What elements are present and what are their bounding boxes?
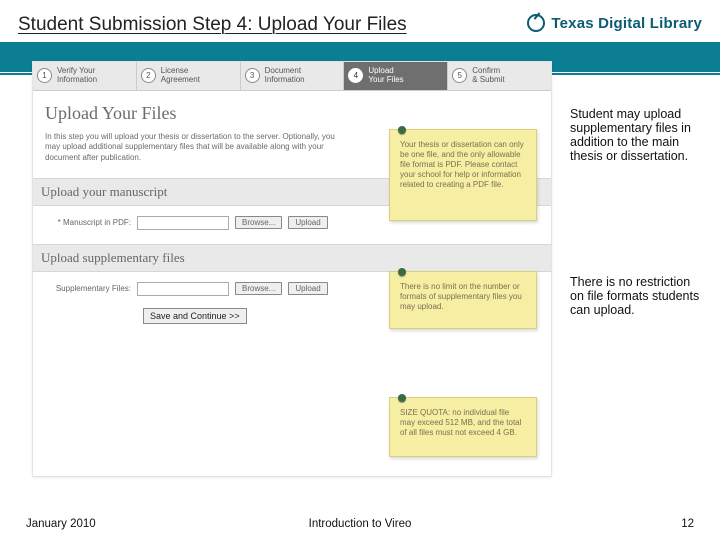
callout-2: There is no restriction on file formats … — [570, 275, 700, 317]
app-screenshot: 1 Verify YourInformation 2 LicenseAgreemen… — [32, 61, 552, 477]
brand-text: Texas Digital Library — [551, 15, 702, 32]
step-2-num: 2 — [141, 68, 156, 83]
step-5-label: Confirm& Submit — [472, 67, 504, 85]
save-continue-button[interactable]: Save and Continue >> — [143, 308, 247, 324]
supplementary-label: Supplementary Files: — [53, 285, 131, 294]
section-upload-supplementary: Upload supplementary files — [33, 244, 551, 272]
pin-icon — [398, 126, 406, 134]
upload-button-1[interactable]: Upload — [288, 216, 327, 229]
step-3-num: 3 — [245, 68, 260, 83]
step-4-label: UploadYour Files — [368, 67, 403, 85]
manuscript-file-input[interactable] — [137, 216, 229, 230]
step-5-num: 5 — [452, 68, 467, 83]
slide-footer: January 2010 Introduction to Vireo 12 — [0, 512, 720, 540]
sticky-note-1-text: Your thesis or dissertation can only be … — [400, 140, 524, 189]
footer-date: January 2010 — [26, 518, 96, 530]
supplementary-file-input[interactable] — [137, 282, 229, 296]
sticky-note-2-text: There is no limit on the number or forma… — [400, 282, 522, 311]
sticky-note-2: There is no limit on the number or forma… — [389, 271, 537, 329]
upload-button-2[interactable]: Upload — [288, 282, 327, 295]
slide-title: Student Submission Step 4: Upload Your F… — [18, 14, 407, 36]
pin-icon — [398, 394, 406, 402]
tdl-logo-icon — [527, 14, 545, 32]
step-1-label: Verify YourInformation — [57, 67, 97, 85]
page-heading: Upload Your Files — [45, 103, 539, 124]
step-bar: 1 Verify YourInformation 2 LicenseAgreemen… — [33, 62, 551, 91]
footer-title: Introduction to Vireo — [309, 518, 412, 530]
step-1-num: 1 — [37, 68, 52, 83]
brand-logo: Texas Digital Library — [527, 14, 702, 32]
callout-1: Student may upload supplementary files i… — [570, 107, 700, 163]
footer-page-number: 12 — [681, 518, 694, 530]
step-4-num: 4 — [348, 68, 363, 83]
sticky-note-1: Your thesis or dissertation can only be … — [389, 129, 537, 221]
browse-button-2[interactable]: Browse... — [235, 282, 282, 295]
intro-text: In this step you will upload your thesis… — [45, 132, 335, 164]
step-2-label: LicenseAgreement — [161, 67, 200, 85]
sticky-note-3-text: SIZE QUOTA: no individual file may excee… — [400, 408, 521, 437]
pin-icon — [398, 268, 406, 276]
browse-button-1[interactable]: Browse... — [235, 216, 282, 229]
manuscript-label: * Manuscript in PDF: — [53, 219, 131, 228]
sticky-note-3: SIZE QUOTA: no individual file may excee… — [389, 397, 537, 457]
step-3-label: DocumentInformation — [265, 67, 305, 85]
